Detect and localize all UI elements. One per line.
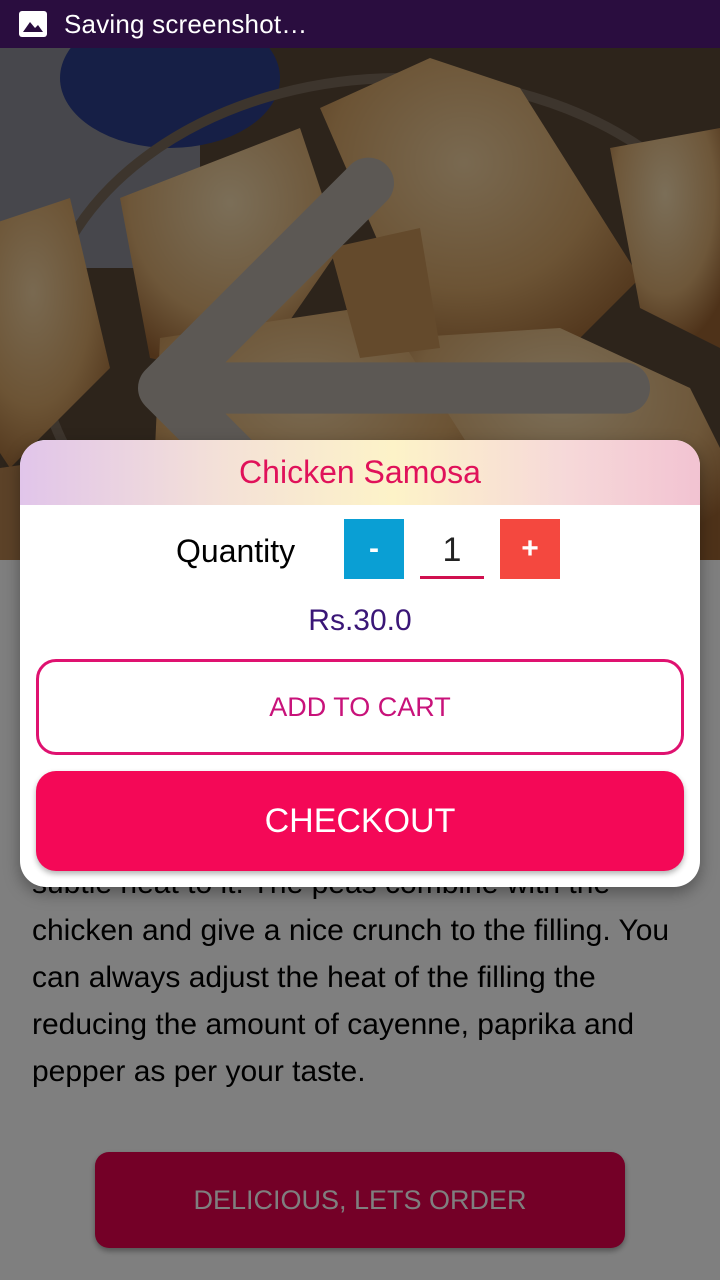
price-label: Rs.30.0 bbox=[308, 604, 412, 637]
quantity-label: Quantity bbox=[176, 533, 296, 569]
image-icon bbox=[19, 11, 47, 37]
status-text: Saving screenshot… bbox=[64, 8, 308, 39]
checkout-button[interactable]: CHECKOUT bbox=[36, 771, 684, 871]
status-bar: Saving screenshot… bbox=[0, 0, 720, 48]
order-dialog: Chicken Samosa Quantity - + Rs.30.0 ADD … bbox=[20, 440, 700, 887]
quantity-field[interactable] bbox=[420, 525, 484, 579]
increase-quantity-button[interactable]: + bbox=[500, 519, 560, 579]
decrease-quantity-button[interactable]: - bbox=[344, 519, 404, 579]
add-to-cart-button[interactable]: ADD TO CART bbox=[36, 659, 684, 755]
dialog-title: Chicken Samosa bbox=[20, 440, 700, 505]
quantity-row: Quantity - + bbox=[20, 519, 700, 581]
